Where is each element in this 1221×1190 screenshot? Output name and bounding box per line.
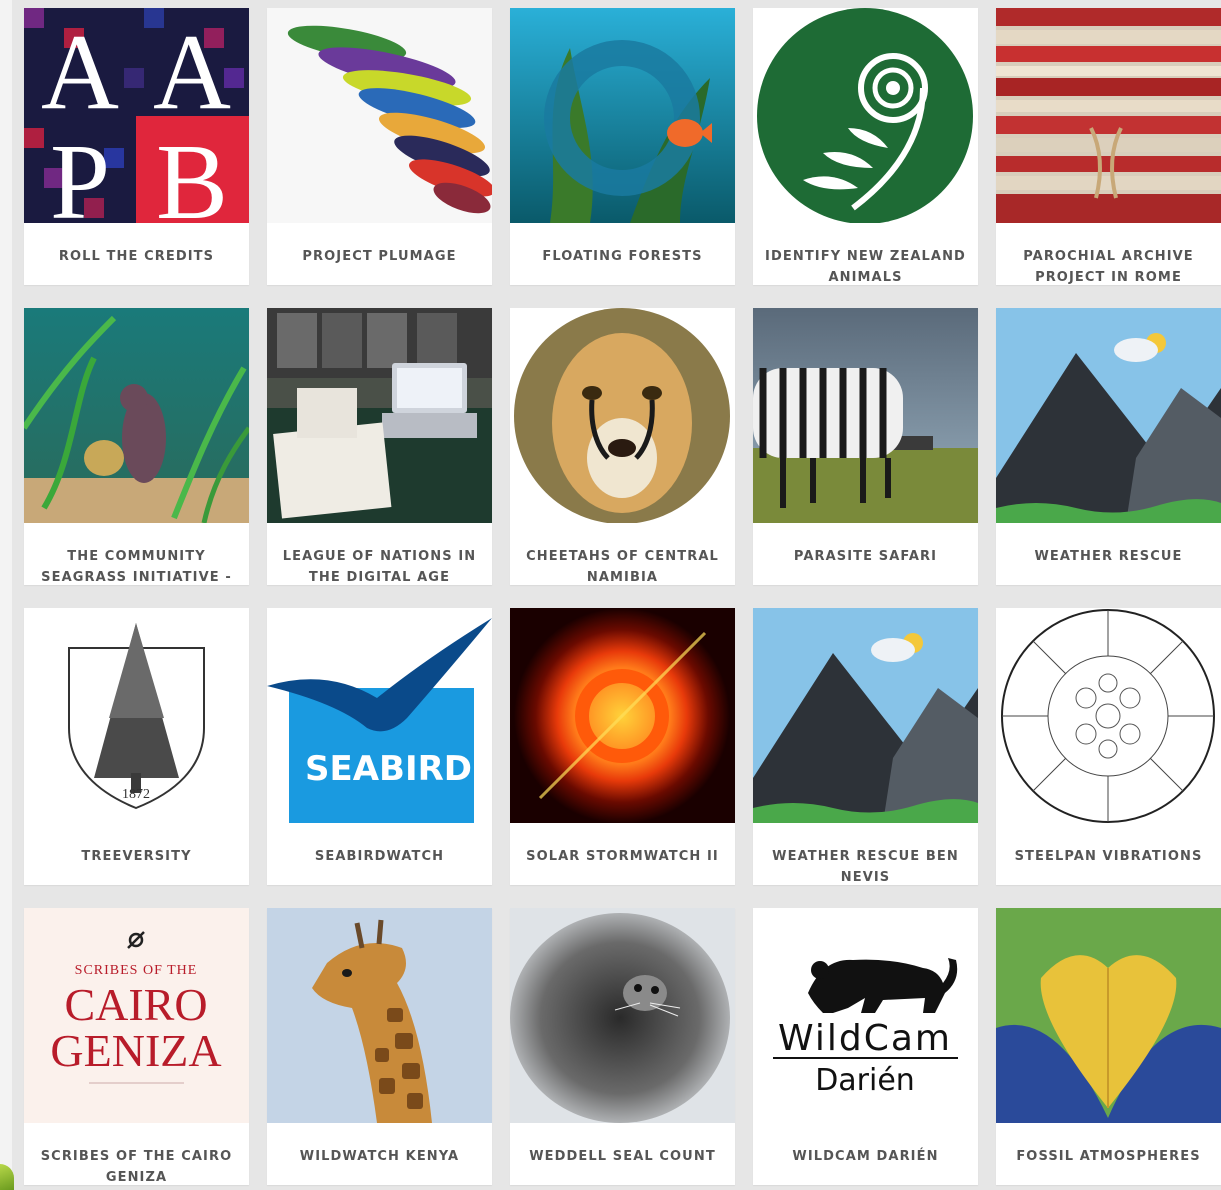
- project-title: THE COMMUNITY SEAGRASS INITIATIVE -: [41, 549, 232, 585]
- project-title: PAROCHIAL ARCHIVE PROJECT IN ROME: [1023, 249, 1194, 285]
- project-title: LEAGUE OF NATIONS IN THE DIGITAL AGE: [282, 549, 477, 585]
- project-title: TREEVERSITY: [81, 849, 192, 864]
- project-card-solar-stormwatch[interactable]: SOLAR STORMWATCH II: [510, 608, 735, 885]
- project-grid: A A P B ROLL THE CREDITS PROJECT PLUMAGE: [24, 8, 1221, 1185]
- project-card-roll-the-credits[interactable]: A A P B ROLL THE CREDITS: [24, 8, 249, 285]
- project-thumbnail-wildcam-darien-logo: WildCam Darién: [753, 908, 978, 1123]
- project-title: FLOATING FORESTS: [542, 249, 703, 264]
- project-title: PROJECT PLUMAGE: [302, 249, 457, 264]
- project-thumbnail-archive-desk: [267, 308, 492, 523]
- project-thumbnail-mountains: [753, 608, 978, 823]
- project-title: ROLL THE CREDITS: [58, 249, 215, 264]
- project-thumbnail-cheetah: [510, 308, 735, 523]
- project-card-wildcam-darien[interactable]: WildCam Darién WILDCAM DARIÉN: [753, 908, 978, 1185]
- project-title: STEELPAN VIBRATIONS: [1014, 849, 1203, 864]
- project-title: PARASITE SAFARI: [793, 549, 938, 564]
- project-thumbnail-seabird-logo: SEABIRD WATCH: [267, 608, 492, 823]
- project-card-community-seagrass[interactable]: THE COMMUNITY SEAGRASS INITIATIVE -: [24, 308, 249, 585]
- project-title: WEDDELL SEAL COUNT: [529, 1149, 716, 1164]
- project-thumbnail-steelpan-diagram: [996, 608, 1221, 823]
- project-card-scribes-of-the-cairo-geniza[interactable]: SCRIBES OF THE CAIRO GENIZA SCRIBES OF T…: [24, 908, 249, 1185]
- project-title: SOLAR STORMWATCH II: [526, 849, 719, 864]
- project-card-weather-rescue[interactable]: WEATHER RESCUE: [996, 308, 1221, 585]
- project-thumbnail-giraffe: [267, 908, 492, 1123]
- project-thumbnail-zebras: [753, 308, 978, 523]
- project-card-floating-forests[interactable]: FLOATING FORESTS: [510, 8, 735, 285]
- left-edge-strip: [0, 0, 12, 1190]
- project-title: CHEETAHS OF CENTRAL NAMIBIA: [526, 549, 719, 585]
- project-thumbnail-mountains: [996, 308, 1221, 523]
- project-title: WEATHER RESCUE BEN NEVIS: [772, 849, 959, 885]
- project-title: WILDWATCH KENYA: [299, 1149, 460, 1164]
- project-card-parasite-safari[interactable]: PARASITE SAFARI: [753, 308, 978, 585]
- project-card-identify-new-zealand-animals[interactable]: IDENTIFY NEW ZEALAND ANIMALS: [753, 8, 978, 285]
- aapb-letter-a1: A: [41, 13, 119, 132]
- project-card-weather-rescue-ben-nevis[interactable]: WEATHER RESCUE BEN NEVIS: [753, 608, 978, 885]
- project-title: SCRIBES OF THE CAIRO GENIZA: [40, 1149, 233, 1185]
- project-thumbnail-seahorse: [24, 308, 249, 523]
- project-thumbnail-sun: [510, 608, 735, 823]
- project-thumbnail-seal: [510, 908, 735, 1123]
- geniza-logo-line3: GENIZA: [50, 1025, 221, 1076]
- project-card-treeversity[interactable]: 1872 TREEVERSITY: [24, 608, 249, 885]
- seabird-logo-text: SEABIRD WATCH: [305, 749, 492, 789]
- project-title: WEATHER RESCUE: [1034, 549, 1183, 564]
- project-thumbnail-birds: [267, 8, 492, 223]
- aapb-letter-b: B: [156, 123, 228, 223]
- project-thumbnail-tree-shield: 1872: [24, 608, 249, 823]
- geniza-logo-line1: SCRIBES OF THE: [75, 963, 198, 978]
- project-thumbnail-ginkgo-leaf: [996, 908, 1221, 1123]
- project-title: IDENTIFY NEW ZEALAND ANIMALS: [765, 249, 966, 285]
- project-card-weddell-seal-count[interactable]: WEDDELL SEAL COUNT: [510, 908, 735, 1185]
- project-card-seabirdwatch[interactable]: SEABIRD WATCH SEABIRDWATCH: [267, 608, 492, 885]
- project-thumbnail-kelp-forest: [510, 8, 735, 223]
- project-card-steelpan-vibrations[interactable]: STEELPAN VIBRATIONS: [996, 608, 1221, 885]
- project-thumbnail-archive-files: [996, 8, 1221, 223]
- wildcam-logo-line1: WildCam: [778, 1018, 952, 1059]
- project-card-project-plumage[interactable]: PROJECT PLUMAGE: [267, 8, 492, 285]
- project-title: WILDCAM DARIÉN: [792, 1149, 939, 1164]
- project-card-league-of-nations[interactable]: LEAGUE OF NATIONS IN THE DIGITAL AGE: [267, 308, 492, 585]
- tree-shield-year: 1872: [122, 787, 150, 802]
- project-card-wildwatch-kenya[interactable]: WILDWATCH KENYA: [267, 908, 492, 1185]
- project-card-parochial-archive[interactable]: PAROCHIAL ARCHIVE PROJECT IN ROME: [996, 8, 1221, 285]
- aapb-letter-p: P: [50, 123, 110, 223]
- geniza-logo-line2: CAIRO: [64, 979, 207, 1030]
- aapb-letter-a2: A: [153, 13, 231, 132]
- project-card-fossil-atmospheres[interactable]: FOSSIL ATMOSPHERES: [996, 908, 1221, 1185]
- project-title: SEABIRDWATCH: [314, 849, 445, 864]
- project-thumbnail-fern-logo: [753, 8, 978, 223]
- wildcam-logo-line2: Darién: [815, 1063, 915, 1098]
- project-thumbnail-cairo-geniza-logo: SCRIBES OF THE CAIRO GENIZA: [24, 908, 249, 1123]
- project-thumbnail-aapb-logo: A A P B: [24, 8, 249, 223]
- project-card-cheetahs[interactable]: CHEETAHS OF CENTRAL NAMIBIA: [510, 308, 735, 585]
- project-title: FOSSIL ATMOSPHERES: [1016, 1149, 1201, 1164]
